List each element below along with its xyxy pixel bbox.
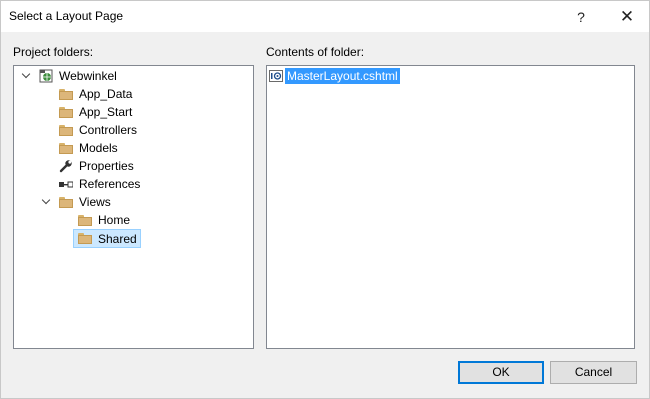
help-button[interactable]: ?: [564, 1, 598, 32]
title-bar: Select a Layout Page ? ✕: [1, 1, 649, 32]
folder-icon: [59, 124, 73, 136]
tree-item-label: References: [79, 177, 141, 191]
tree-item-label: Models: [79, 141, 118, 155]
folder-icon: [59, 142, 73, 154]
tree-item-app-data[interactable]: App_Data: [59, 85, 132, 103]
folder-icon: [78, 214, 92, 226]
ok-button[interactable]: OK: [458, 361, 544, 384]
references-icon: [59, 179, 74, 189]
contents-of-folder-label: Contents of folder:: [266, 45, 365, 59]
tree-item-references[interactable]: References: [59, 175, 140, 193]
tree-item-label: Webwinkel: [59, 69, 117, 83]
chevron-down-icon[interactable]: [21, 71, 31, 81]
tree-item-views[interactable]: Views: [41, 193, 111, 211]
tree-item-label: Shared: [98, 231, 137, 246]
tree-item-label: Views: [79, 195, 111, 209]
tree-item-label: App_Data: [79, 87, 133, 101]
folder-icon: [59, 196, 73, 208]
tree-item-models[interactable]: Models: [59, 139, 118, 157]
project-icon: [39, 69, 53, 83]
tree-item-label: Home: [98, 213, 131, 227]
tree-item-label: Properties: [79, 159, 134, 173]
tree-item-label: Controllers: [79, 123, 138, 137]
window-title: Select a Layout Page: [9, 9, 124, 23]
razor-file-icon: [269, 70, 283, 82]
chevron-down-icon[interactable]: [41, 197, 51, 207]
tree-item-controllers[interactable]: Controllers: [59, 121, 137, 139]
file-item-label: MasterLayout.cshtml: [285, 68, 400, 84]
folder-icon: [78, 233, 92, 244]
tree-item-app-start[interactable]: App_Start: [59, 103, 132, 121]
tree-item-home[interactable]: Home: [78, 211, 130, 229]
tree-item-properties[interactable]: Properties: [59, 157, 134, 175]
folder-contents-list[interactable]: [266, 65, 635, 349]
close-button[interactable]: ✕: [610, 1, 644, 32]
tree-item-shared[interactable]: Shared: [73, 229, 141, 248]
folder-icon: [59, 106, 73, 118]
tree-item-webwinkel[interactable]: Webwinkel: [21, 67, 117, 85]
folder-icon: [59, 88, 73, 100]
file-item-masterlayout[interactable]: MasterLayout.cshtml: [269, 68, 400, 84]
project-folders-label: Project folders:: [13, 45, 94, 59]
wrench-icon: [59, 159, 73, 173]
cancel-button[interactable]: Cancel: [550, 361, 637, 384]
dialog-window: Select a Layout Page ? ✕ Project folders…: [0, 0, 650, 399]
tree-item-label: App_Start: [79, 105, 133, 119]
